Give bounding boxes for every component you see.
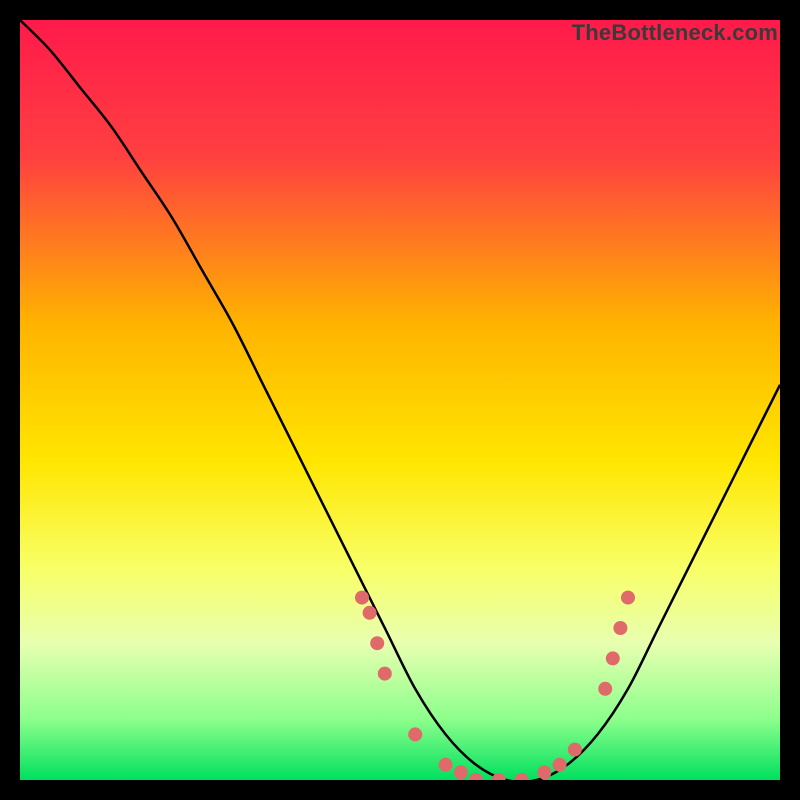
highlight-dot xyxy=(408,727,422,741)
highlight-dot xyxy=(363,606,377,620)
chart-frame: TheBottleneck.com xyxy=(20,20,780,780)
highlight-dot xyxy=(355,591,369,605)
highlight-dot xyxy=(553,758,567,772)
highlight-dot xyxy=(568,743,582,757)
highlight-dot xyxy=(537,765,551,779)
highlight-dot xyxy=(439,758,453,772)
highlight-dot xyxy=(621,591,635,605)
highlight-dot xyxy=(454,765,468,779)
highlight-dot xyxy=(613,621,627,635)
gradient-background xyxy=(20,20,780,780)
highlight-dot xyxy=(598,682,612,696)
highlight-dot xyxy=(606,651,620,665)
highlight-dot xyxy=(378,667,392,681)
bottleneck-chart xyxy=(20,20,780,780)
watermark-text: TheBottleneck.com xyxy=(572,20,778,46)
highlight-dot xyxy=(370,636,384,650)
